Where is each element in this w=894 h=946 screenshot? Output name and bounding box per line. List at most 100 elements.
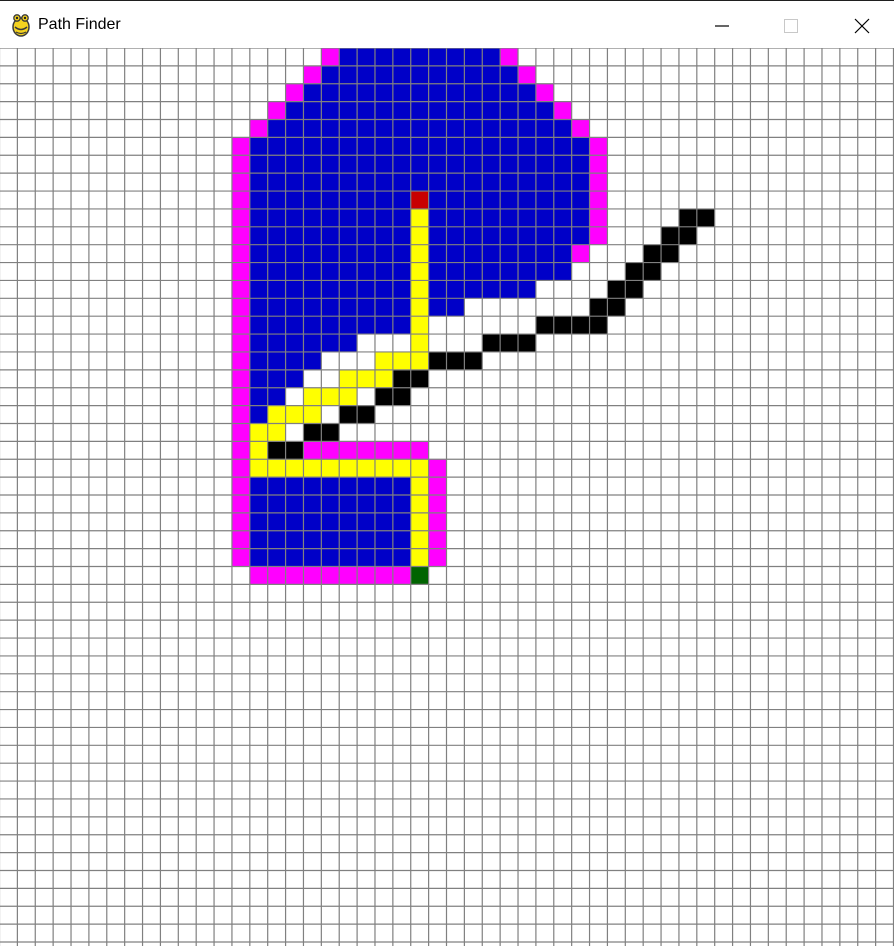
frontier-cell[interactable] [321, 441, 340, 460]
visited-cell[interactable] [518, 226, 536, 245]
visited-cell[interactable] [374, 191, 393, 209]
visited-cell[interactable] [553, 155, 572, 174]
visited-cell[interactable] [357, 530, 375, 549]
visited-cell[interactable] [357, 495, 375, 513]
visited-cell[interactable] [571, 191, 590, 209]
visited-cell[interactable] [500, 244, 519, 263]
path-cell[interactable] [339, 459, 358, 478]
visited-cell[interactable] [428, 83, 447, 102]
visited-cell[interactable] [249, 137, 268, 156]
visited-cell[interactable] [267, 191, 286, 209]
visited-cell[interactable] [518, 101, 536, 120]
visited-cell[interactable] [321, 334, 340, 352]
visited-cell[interactable] [571, 137, 590, 156]
visited-cell[interactable] [392, 495, 411, 513]
barrier-cell[interactable] [392, 387, 411, 406]
visited-cell[interactable] [339, 512, 358, 531]
frontier-cell[interactable] [410, 441, 429, 460]
visited-cell[interactable] [392, 298, 411, 317]
barrier-cell[interactable] [661, 244, 679, 263]
visited-cell[interactable] [535, 173, 554, 192]
visited-cell[interactable] [285, 351, 304, 370]
visited-cell[interactable] [285, 316, 304, 335]
path-cell[interactable] [410, 280, 429, 299]
visited-cell[interactable] [535, 137, 554, 156]
frontier-cell[interactable] [392, 566, 411, 585]
visited-cell[interactable] [321, 477, 340, 495]
visited-cell[interactable] [428, 101, 447, 120]
path-cell[interactable] [410, 548, 429, 567]
visited-cell[interactable] [482, 155, 501, 174]
visited-cell[interactable] [339, 548, 358, 567]
visited-cell[interactable] [464, 119, 483, 138]
visited-cell[interactable] [482, 119, 501, 138]
visited-cell[interactable] [464, 137, 483, 156]
barrier-cell[interactable] [518, 334, 536, 352]
visited-cell[interactable] [249, 298, 268, 317]
visited-cell[interactable] [374, 101, 393, 120]
visited-cell[interactable] [357, 155, 375, 174]
visited-cell[interactable] [518, 280, 536, 299]
path-cell[interactable] [410, 477, 429, 495]
frontier-cell[interactable] [285, 566, 304, 585]
frontier-cell[interactable] [589, 137, 608, 156]
visited-cell[interactable] [392, 477, 411, 495]
visited-cell[interactable] [374, 137, 393, 156]
visited-cell[interactable] [464, 191, 483, 209]
visited-cell[interactable] [392, 244, 411, 263]
frontier-cell[interactable] [231, 173, 250, 192]
frontier-cell[interactable] [428, 477, 447, 495]
path-cell[interactable] [410, 459, 429, 478]
visited-cell[interactable] [500, 155, 519, 174]
visited-cell[interactable] [535, 155, 554, 174]
barrier-cell[interactable] [589, 298, 608, 317]
visited-cell[interactable] [374, 83, 393, 102]
visited-cell[interactable] [285, 173, 304, 192]
frontier-cell[interactable] [428, 495, 447, 513]
visited-cell[interactable] [374, 316, 393, 335]
visited-cell[interactable] [374, 530, 393, 549]
path-cell[interactable] [303, 387, 322, 406]
path-cell[interactable] [357, 369, 375, 388]
visited-cell[interactable] [446, 173, 465, 192]
frontier-cell[interactable] [231, 334, 250, 352]
visited-cell[interactable] [357, 191, 375, 209]
visited-cell[interactable] [374, 280, 393, 299]
path-cell[interactable] [321, 387, 340, 406]
visited-cell[interactable] [357, 65, 375, 84]
frontier-cell[interactable] [428, 459, 447, 478]
visited-cell[interactable] [339, 280, 358, 299]
visited-cell[interactable] [267, 495, 286, 513]
visited-cell[interactable] [285, 226, 304, 245]
visited-cell[interactable] [357, 244, 375, 263]
visited-cell[interactable] [428, 173, 447, 192]
frontier-cell[interactable] [357, 441, 375, 460]
visited-cell[interactable] [428, 244, 447, 263]
visited-cell[interactable] [571, 173, 590, 192]
frontier-cell[interactable] [553, 101, 572, 120]
visited-cell[interactable] [267, 334, 286, 352]
path-cell[interactable] [339, 369, 358, 388]
path-cell[interactable] [392, 351, 411, 370]
frontier-cell[interactable] [231, 155, 250, 174]
visited-cell[interactable] [464, 208, 483, 227]
path-cell[interactable] [267, 423, 286, 442]
visited-cell[interactable] [249, 477, 268, 495]
visited-cell[interactable] [267, 173, 286, 192]
frontier-cell[interactable] [321, 48, 340, 66]
visited-cell[interactable] [500, 101, 519, 120]
frontier-cell[interactable] [231, 226, 250, 245]
visited-cell[interactable] [321, 65, 340, 84]
visited-cell[interactable] [339, 191, 358, 209]
frontier-cell[interactable] [374, 441, 393, 460]
visited-cell[interactable] [464, 173, 483, 192]
path-cell[interactable] [374, 369, 393, 388]
barrier-cell[interactable] [535, 316, 554, 335]
visited-cell[interactable] [303, 530, 322, 549]
path-cell[interactable] [285, 459, 304, 478]
path-cell[interactable] [303, 459, 322, 478]
visited-cell[interactable] [249, 405, 268, 424]
visited-cell[interactable] [571, 155, 590, 174]
visited-cell[interactable] [339, 208, 358, 227]
path-cell[interactable] [249, 441, 268, 460]
